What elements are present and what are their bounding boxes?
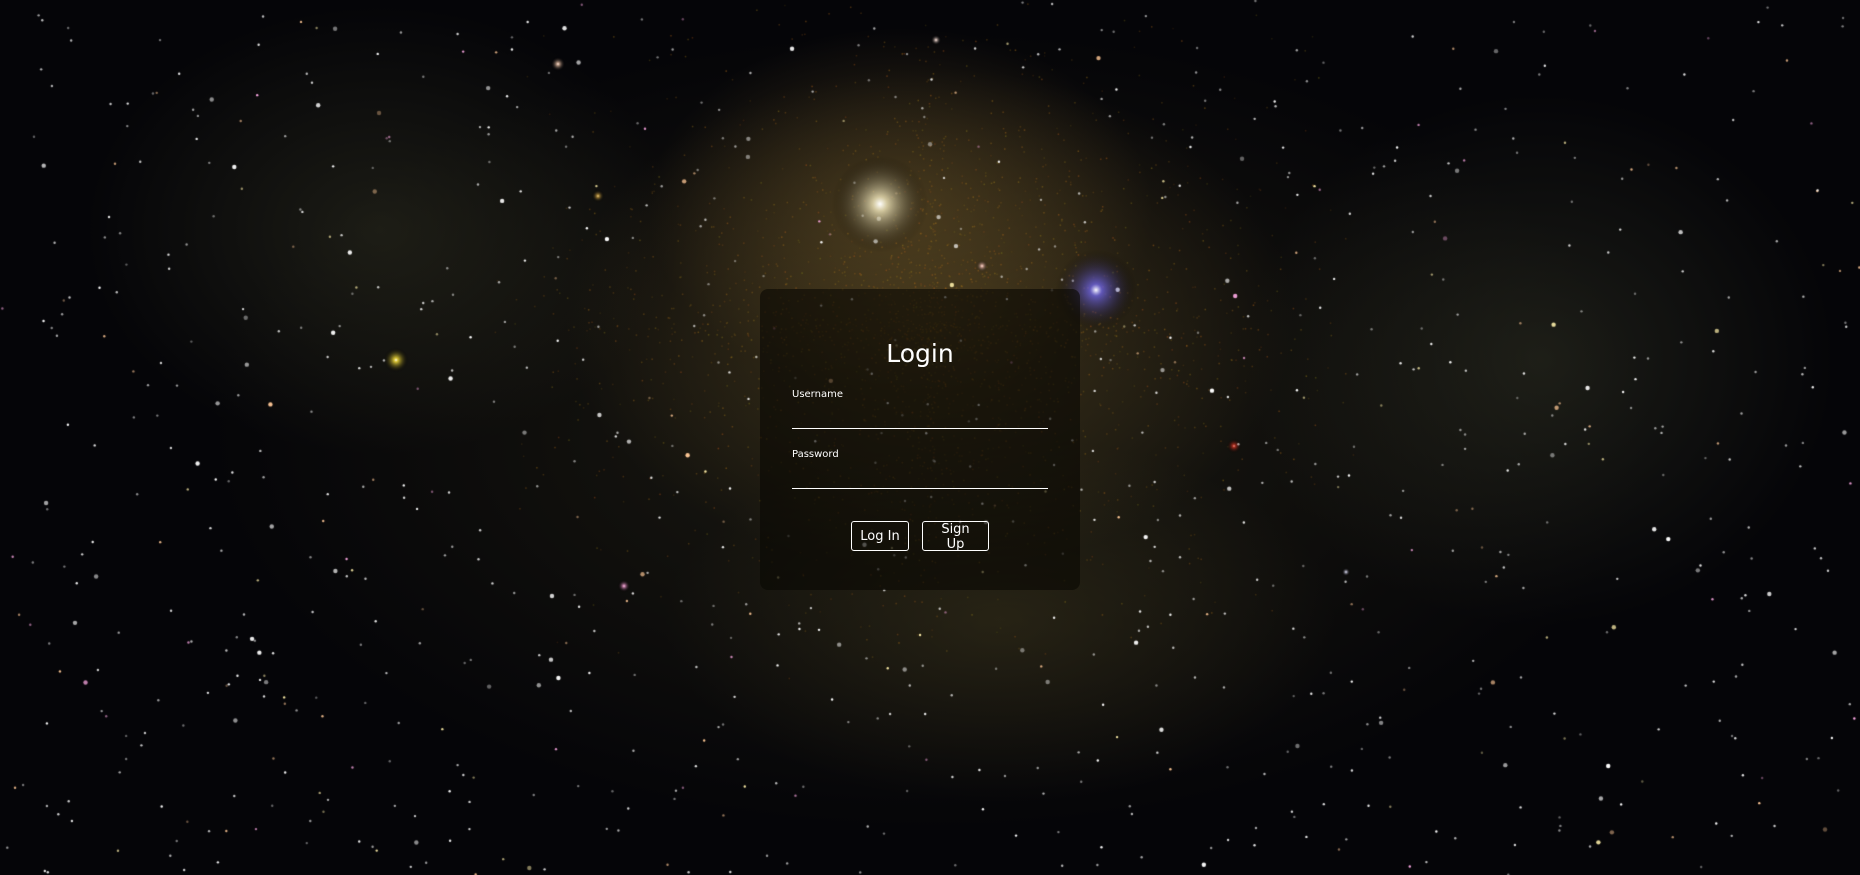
password-label: Password <box>792 449 839 460</box>
login-card: Login Username Password Log In Sign Up <box>760 289 1080 590</box>
password-input[interactable] <box>792 467 1048 489</box>
username-label: Username <box>792 389 843 400</box>
login-button[interactable]: Log In <box>851 521 909 551</box>
signup-button[interactable]: Sign Up <box>922 521 989 552</box>
username-input[interactable] <box>792 407 1048 429</box>
login-title: Login <box>886 339 954 368</box>
